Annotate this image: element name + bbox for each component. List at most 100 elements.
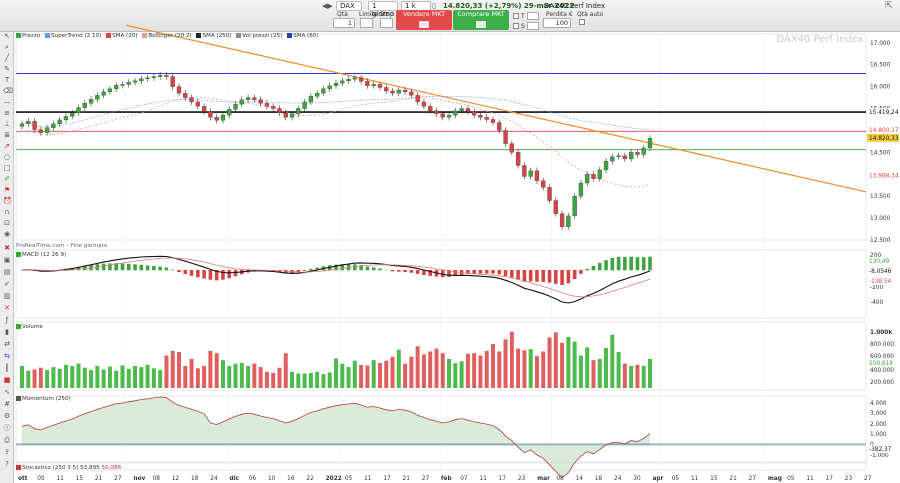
time-tick-label: 21 xyxy=(729,476,737,482)
volume-bar xyxy=(516,348,521,388)
time-tick-label: 2022 xyxy=(326,476,342,482)
volume-bar xyxy=(509,331,514,388)
momentum-label: Momentum (250) xyxy=(16,396,71,402)
volume-bar xyxy=(597,359,602,388)
volume-bar xyxy=(541,351,546,388)
volume-bar xyxy=(271,372,276,388)
macd-plot xyxy=(20,255,652,304)
candle xyxy=(296,108,301,114)
price-tick-label: 16.500 xyxy=(870,63,891,69)
volume-tick-label: 200.000 xyxy=(870,380,894,386)
time-tick-label: 23 xyxy=(518,476,526,482)
price-tick-label: 13.000 xyxy=(870,216,891,222)
volume-bar xyxy=(528,349,533,388)
candle xyxy=(365,81,370,86)
macd-histogram-bar xyxy=(497,270,502,275)
volume-bar xyxy=(233,363,238,388)
volume-bar xyxy=(164,355,169,388)
legend-item: SMA (250) xyxy=(196,33,231,39)
volume-bar xyxy=(396,349,401,388)
macd-histogram-bar xyxy=(503,270,508,276)
macd-tick-label: -400 xyxy=(870,300,883,306)
volume-bar xyxy=(283,353,288,388)
macd-histogram-bar xyxy=(478,270,483,274)
volume-bar xyxy=(95,365,100,388)
candle xyxy=(641,147,646,155)
candle xyxy=(522,165,527,177)
time-tick-label: 21 xyxy=(95,476,103,482)
candle xyxy=(19,123,25,127)
macd-histogram-bar xyxy=(629,256,633,271)
volume-bar xyxy=(189,359,194,388)
candle xyxy=(333,82,339,86)
legend-item: SMA (20) xyxy=(106,33,138,39)
candle xyxy=(585,174,590,184)
volume-bar xyxy=(409,356,414,388)
volume-bar xyxy=(214,353,219,388)
candle xyxy=(534,170,540,181)
macd-histogram-bar xyxy=(522,270,527,282)
time-tick-label: 18 xyxy=(191,476,199,482)
candle xyxy=(421,101,427,107)
volume-bar xyxy=(57,368,62,388)
macd-histogram-bar xyxy=(139,264,144,271)
candle xyxy=(289,113,295,118)
candle xyxy=(114,85,119,89)
last-price-badge: 14.820,33 xyxy=(869,136,899,142)
candle xyxy=(547,187,552,201)
candle xyxy=(271,106,276,109)
macd-histogram-bar xyxy=(535,270,539,282)
volume-bar xyxy=(465,353,470,388)
macd-tick-label: -200 xyxy=(870,285,883,291)
volume-bar xyxy=(82,367,87,388)
time-tick-label: 08 xyxy=(556,476,564,482)
candle xyxy=(126,82,131,85)
macd-histogram-bar xyxy=(221,270,225,280)
macd-histogram-bar xyxy=(120,263,125,271)
candle xyxy=(258,99,263,104)
candle xyxy=(541,180,546,188)
volume-bar xyxy=(227,365,232,388)
candle xyxy=(120,84,125,86)
macd-histogram-bar xyxy=(152,266,156,271)
candle xyxy=(63,116,69,121)
candle xyxy=(572,196,577,217)
volume-bar xyxy=(585,347,590,388)
volume-bar xyxy=(202,365,207,388)
volume-bar xyxy=(403,363,408,388)
candle xyxy=(195,101,200,107)
volume-bar xyxy=(177,352,181,388)
candle xyxy=(566,215,571,228)
time-tick-label: 11 xyxy=(806,476,814,482)
candle xyxy=(434,110,439,114)
candles xyxy=(19,72,653,230)
time-tick-label: 11 xyxy=(479,476,487,482)
volume-value: 509.618 xyxy=(869,361,893,367)
candle xyxy=(453,110,458,116)
momentum-value: -382,37 xyxy=(869,447,892,453)
chart-area[interactable]: DAX40 Perf Index 17.00016.50016.00015.50… xyxy=(0,0,900,483)
candle xyxy=(227,109,232,116)
candle xyxy=(346,78,351,82)
time-tick-label: 05 xyxy=(37,476,45,482)
legend-item: SMA (60) xyxy=(287,33,319,39)
volume-bar xyxy=(170,350,175,388)
volume-bar xyxy=(38,367,43,388)
volume-label: Volume xyxy=(16,324,43,330)
volume-bar xyxy=(327,372,332,388)
candle xyxy=(610,156,615,162)
legend-swatch-sma250 xyxy=(196,33,202,38)
macd-histogram-bar xyxy=(648,256,652,271)
momentum-tick-label: 4.000 xyxy=(870,401,887,407)
candle xyxy=(603,160,609,171)
candle xyxy=(597,169,602,179)
volume-bar xyxy=(315,371,320,388)
candle xyxy=(396,89,401,94)
candle xyxy=(302,101,307,109)
time-tick-label: 07 xyxy=(460,476,468,482)
volume-bar xyxy=(384,360,389,388)
macd-histogram-bar xyxy=(126,263,131,271)
macd-histogram-bar xyxy=(403,270,407,273)
macd-histogram-bar xyxy=(302,270,307,271)
volume-bar xyxy=(371,360,376,388)
